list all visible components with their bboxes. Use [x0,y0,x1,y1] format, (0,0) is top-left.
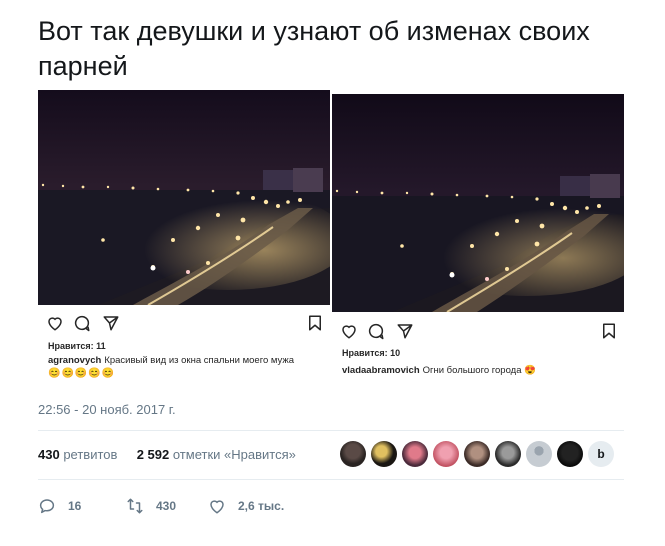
post-caption: vladaabramovich Огни большого города 😍 [342,364,618,377]
divider [38,479,624,480]
tweet-timestamp[interactable]: 22:56 - 20 нояб. 2017 г. [38,402,176,417]
heart-icon[interactable] [340,322,358,340]
avatar[interactable] [433,441,459,467]
bookmark-icon[interactable] [600,322,618,340]
retweet-count: 430 [156,499,177,513]
instagram-post-right: Нравится: 10 vladaabramovich Огни большог… [332,94,624,386]
caption-emojis: 😊😊😊😊😊 [48,368,116,379]
likes-count: Нравится: 11 [48,341,106,351]
heart-icon[interactable] [46,314,64,332]
tweet-text: Вот так девушки и узнают об изменах свои… [38,16,590,81]
likes-count[interactable]: 2 592 [137,447,170,462]
username[interactable]: vladaabramovich [342,365,420,376]
like-button[interactable]: 2,6 тыс. [208,496,284,516]
avatar[interactable] [340,441,366,467]
night-city-photo [332,94,624,312]
reply-button[interactable]: 16 [38,496,81,516]
comment-icon[interactable] [73,314,91,332]
avatar[interactable]: b [588,441,614,467]
avatar[interactable] [495,441,521,467]
avatar[interactable] [371,441,397,467]
share-icon[interactable] [102,314,120,332]
instagram-post-left: Нравится: 11 agranovych Красивый вид из о… [38,90,330,390]
retweets-count[interactable]: 430 [38,447,60,462]
avatar[interactable] [557,441,583,467]
likes-count: Нравится: 10 [342,348,401,358]
avatar[interactable] [402,441,428,467]
caption-text: Огни большого города 😍 [422,365,536,376]
tweet-stats: 430 ретвитов 2 592 отметки «Нравится» [38,447,296,462]
reply-count: 16 [68,499,82,513]
tweet-actions: 16 430 2,6 тыс. [38,496,338,516]
post-actions [46,314,322,332]
avatar[interactable] [464,441,490,467]
caption-text: Красивый вид из окна спальни моего мужа [104,355,295,366]
retweet-icon [127,498,143,514]
post-actions [340,322,616,340]
likes-label[interactable]: отметки «Нравится» [173,447,296,462]
reply-icon [39,499,55,514]
retweet-button[interactable]: 430 [126,496,176,516]
like-count: 2,6 тыс. [238,499,285,513]
divider [38,430,624,431]
post-caption: agranovych Красивый вид из окна спальни м… [48,354,324,380]
night-city-photo [38,90,330,305]
bookmark-icon[interactable] [306,314,324,332]
like-icon [210,500,224,514]
comment-icon[interactable] [367,322,385,340]
username[interactable]: agranovych [48,355,101,366]
avatar[interactable] [526,441,552,467]
retweets-label[interactable]: ретвитов [63,447,117,462]
share-icon[interactable] [396,322,414,340]
